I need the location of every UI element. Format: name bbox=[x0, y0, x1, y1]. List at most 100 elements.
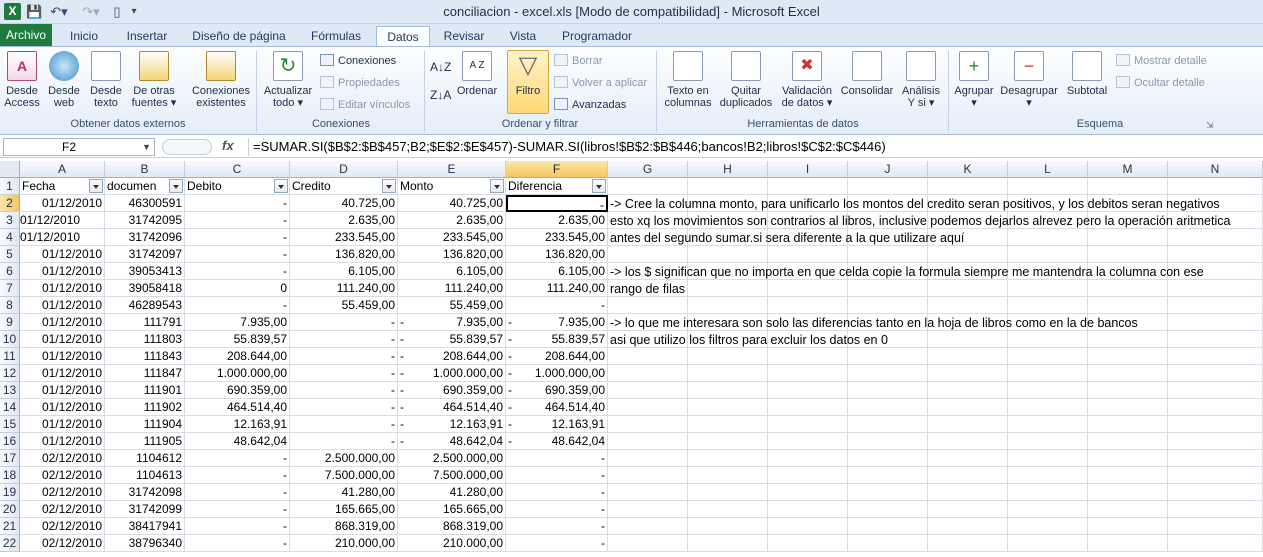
cell[interactable]: 01/12/2010 bbox=[20, 229, 105, 246]
cell[interactable] bbox=[928, 365, 1008, 382]
cell[interactable]: 02/12/2010 bbox=[20, 450, 105, 467]
validacion-datos-button[interactable]: ✖ Validación de datos ▾ bbox=[778, 51, 836, 109]
cell[interactable] bbox=[688, 348, 768, 365]
cell[interactable]: 7.935,00 bbox=[185, 314, 290, 331]
cell[interactable] bbox=[928, 450, 1008, 467]
cell[interactable]: - 55.839,57 bbox=[506, 331, 608, 348]
cell[interactable] bbox=[1008, 382, 1088, 399]
cell[interactable]: 01/12/2010 bbox=[20, 314, 105, 331]
row-header[interactable]: 18 bbox=[0, 467, 20, 484]
cell[interactable]: 111843 bbox=[105, 348, 185, 365]
cell[interactable] bbox=[1168, 450, 1263, 467]
cell[interactable] bbox=[848, 365, 928, 382]
cell[interactable]: 02/12/2010 bbox=[20, 484, 105, 501]
cell[interactable] bbox=[928, 467, 1008, 484]
cell[interactable] bbox=[608, 365, 688, 382]
cell[interactable]: 2.500.000,00 bbox=[290, 450, 398, 467]
cell[interactable] bbox=[688, 399, 768, 416]
cell[interactable] bbox=[848, 535, 928, 552]
cell[interactable]: 165.665,00 bbox=[290, 501, 398, 518]
cell[interactable] bbox=[1168, 501, 1263, 518]
cell[interactable] bbox=[608, 246, 688, 263]
cell[interactable]: 233.545,00 bbox=[290, 229, 398, 246]
cell[interactable]: 40.725,00 bbox=[398, 195, 506, 212]
cell[interactable] bbox=[1168, 433, 1263, 450]
row-header[interactable]: 10 bbox=[0, 331, 20, 348]
cell[interactable]: 111847 bbox=[105, 365, 185, 382]
cell[interactable] bbox=[768, 365, 848, 382]
cell[interactable] bbox=[768, 416, 848, 433]
cell[interactable] bbox=[608, 450, 688, 467]
cell[interactable]: 111902 bbox=[105, 399, 185, 416]
cell[interactable] bbox=[1168, 297, 1263, 314]
tab-diseno-pagina[interactable]: Diseño de página bbox=[184, 26, 294, 46]
cell[interactable] bbox=[1008, 433, 1088, 450]
cell[interactable] bbox=[848, 433, 928, 450]
filtro-button[interactable]: ▽ Filtro bbox=[509, 51, 547, 97]
cell[interactable]: 2.635,00 bbox=[506, 212, 608, 229]
cell[interactable]: - bbox=[506, 535, 608, 552]
cell[interactable]: - bbox=[290, 399, 398, 416]
cell[interactable]: - bbox=[185, 297, 290, 314]
cell[interactable] bbox=[768, 246, 848, 263]
cell[interactable]: 1104612 bbox=[105, 450, 185, 467]
cell[interactable] bbox=[688, 484, 768, 501]
cell[interactable]: 46300591 bbox=[105, 195, 185, 212]
sort-za-icon[interactable]: Z↓A bbox=[430, 87, 451, 103]
cell[interactable] bbox=[1168, 246, 1263, 263]
cell[interactable]: 111.240,00 bbox=[398, 280, 506, 297]
cell[interactable] bbox=[608, 484, 688, 501]
cell[interactable]: 01/12/2010 bbox=[20, 416, 105, 433]
cell[interactable] bbox=[608, 382, 688, 399]
cell[interactable]: 31742098 bbox=[105, 484, 185, 501]
filter-dropdown-icon[interactable] bbox=[169, 179, 183, 193]
cell[interactable]: - 48.642,04 bbox=[398, 433, 506, 450]
row-header[interactable]: 6 bbox=[0, 263, 20, 280]
cell[interactable]: 690.359,00 bbox=[185, 382, 290, 399]
cell[interactable]: - bbox=[506, 297, 608, 314]
filter-dropdown-icon[interactable] bbox=[592, 179, 606, 193]
cell[interactable] bbox=[688, 501, 768, 518]
cell[interactable]: 39058418 bbox=[105, 280, 185, 297]
cell[interactable] bbox=[1008, 178, 1088, 195]
cell[interactable] bbox=[1088, 416, 1168, 433]
cell[interactable]: 136.820,00 bbox=[506, 246, 608, 263]
row-header[interactable]: 11 bbox=[0, 348, 20, 365]
cell[interactable]: - bbox=[185, 484, 290, 501]
cell[interactable]: - 208.644,00 bbox=[398, 348, 506, 365]
cell[interactable]: - bbox=[185, 501, 290, 518]
header-cell[interactable]: Monto bbox=[398, 178, 506, 195]
formula-bar-resize-handle[interactable] bbox=[162, 139, 212, 155]
cell[interactable] bbox=[608, 433, 688, 450]
cell[interactable]: - bbox=[185, 246, 290, 263]
cell[interactable]: 7.500.000,00 bbox=[290, 467, 398, 484]
column-header-b[interactable]: B bbox=[105, 161, 185, 178]
cell[interactable] bbox=[848, 416, 928, 433]
cell[interactable] bbox=[1088, 467, 1168, 484]
tab-insertar[interactable]: Insertar bbox=[116, 26, 178, 46]
cell[interactable]: - bbox=[185, 195, 290, 212]
cell[interactable]: 2.635,00 bbox=[398, 212, 506, 229]
quitar-duplicados-button[interactable]: Quitar duplicados bbox=[716, 51, 776, 109]
cell[interactable]: - bbox=[185, 263, 290, 280]
cell[interactable]: 2.500.000,00 bbox=[398, 450, 506, 467]
cell[interactable]: 48.642,04 bbox=[185, 433, 290, 450]
cell[interactable]: - bbox=[290, 382, 398, 399]
header-cell[interactable]: Diferencia bbox=[506, 178, 608, 195]
cell[interactable]: 01/12/2010 bbox=[20, 365, 105, 382]
cell[interactable]: 02/12/2010 bbox=[20, 518, 105, 535]
cell[interactable]: 38796340 bbox=[105, 535, 185, 552]
cell[interactable] bbox=[1088, 433, 1168, 450]
cell[interactable]: 01/12/2010 bbox=[20, 399, 105, 416]
row-header[interactable]: 12 bbox=[0, 365, 20, 382]
cell[interactable]: - bbox=[506, 501, 608, 518]
cell[interactable] bbox=[1168, 535, 1263, 552]
cell[interactable]: 6.105,00 bbox=[290, 263, 398, 280]
cell[interactable]: 02/12/2010 bbox=[20, 501, 105, 518]
cell[interactable]: 233.545,00 bbox=[398, 229, 506, 246]
cell[interactable] bbox=[688, 246, 768, 263]
cell[interactable] bbox=[608, 297, 688, 314]
dialog-launcher-icon[interactable]: ⇲ bbox=[1206, 117, 1214, 133]
cell[interactable]: 12.163,91 bbox=[185, 416, 290, 433]
cell[interactable] bbox=[848, 518, 928, 535]
